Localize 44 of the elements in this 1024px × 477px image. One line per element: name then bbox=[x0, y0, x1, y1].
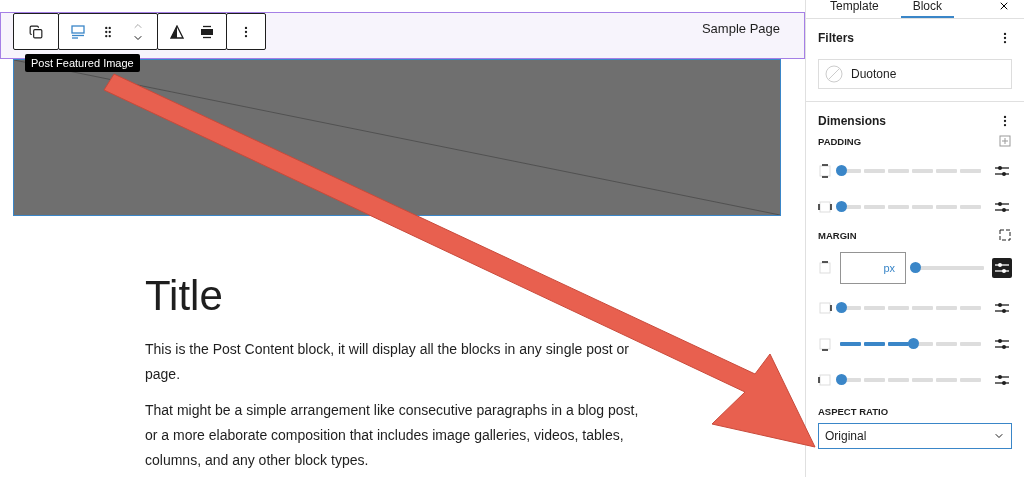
custom-value-toggle[interactable] bbox=[992, 258, 1012, 278]
copy-icon bbox=[29, 24, 43, 39]
slider-thumb[interactable] bbox=[910, 262, 921, 273]
sidebar-tab[interactable]: Template bbox=[818, 0, 891, 18]
section-title: Filters bbox=[818, 31, 854, 45]
link-sides-icon[interactable] bbox=[998, 228, 1012, 242]
padding-label: PADDING bbox=[818, 135, 862, 147]
paragraph: That might be a simple arrangement like consecutive paragraphs in a blog post, or a more elaborate composition that includes image galleries, videos, tables, columns, and any other block types. bbox=[145, 401, 640, 471]
section-title: Dimensions bbox=[818, 114, 886, 128]
close-icon[interactable] bbox=[998, 0, 1010, 12]
duotone-button[interactable]: Duotone bbox=[818, 59, 1012, 89]
box-side-icon bbox=[818, 372, 832, 387]
sidebar-tab[interactable]: Block bbox=[900, 0, 955, 18]
slider-thumb[interactable] bbox=[836, 200, 847, 212]
tooltip: Post Featured Image bbox=[25, 54, 140, 72]
sliders-icon bbox=[995, 337, 1009, 350]
aspect-ratio-label: ASPECT RATIO bbox=[818, 406, 889, 417]
sliders-icon bbox=[995, 200, 1009, 213]
sample-page-link[interactable]: Sample Page bbox=[701, 21, 780, 37]
box-side-icon bbox=[818, 300, 832, 315]
align-icon bbox=[200, 24, 214, 39]
unit-label: px bbox=[883, 262, 895, 274]
slider-thumb[interactable] bbox=[836, 164, 847, 176]
margin-label: MARGIN bbox=[818, 229, 857, 241]
paragraph: This is the Post Content block, it will display all the blocks in any single post or page. bbox=[145, 340, 630, 385]
sliders-icon bbox=[995, 373, 1009, 386]
image-icon bbox=[70, 23, 86, 40]
box-side-icon bbox=[818, 261, 832, 275]
slider-thumb[interactable] bbox=[836, 301, 847, 313]
box-side-icon bbox=[818, 336, 832, 351]
post-title: Title bbox=[145, 273, 224, 320]
spacing-slider[interactable] bbox=[840, 336, 984, 351]
empty-swatch-icon bbox=[825, 65, 843, 83]
sliders-icon bbox=[995, 262, 1009, 274]
link-sides-icon[interactable] bbox=[998, 134, 1012, 148]
box-side-icon bbox=[818, 199, 832, 214]
sliders-icon bbox=[995, 301, 1009, 314]
aspect-ratio-select[interactable]: Original bbox=[818, 423, 1012, 449]
half-triangle-icon bbox=[170, 24, 184, 39]
slider-thumb[interactable] bbox=[836, 373, 847, 385]
sliders-icon bbox=[995, 164, 1009, 177]
margin-value-field[interactable]: px bbox=[840, 252, 906, 284]
box-side-icon bbox=[818, 163, 832, 178]
slider-thumb[interactable] bbox=[908, 337, 919, 349]
